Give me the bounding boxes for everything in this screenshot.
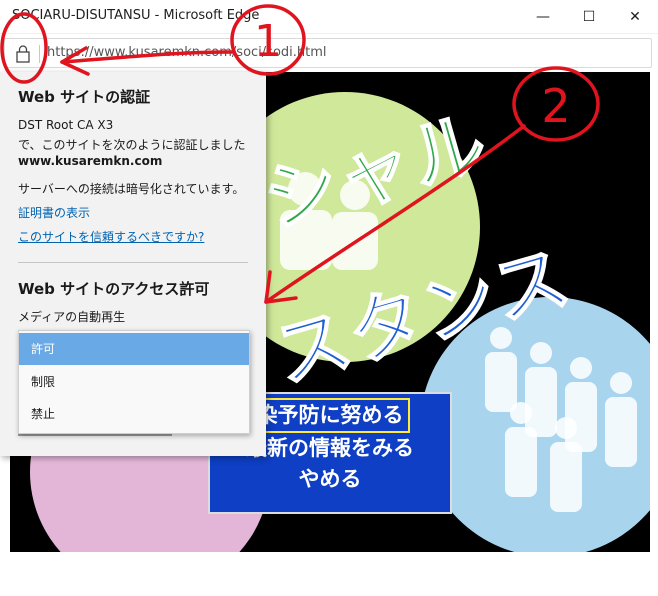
autoplay-dropdown[interactable]: 許可 制限 禁止 [18,330,250,434]
cert-issuer: DST Root CA X3 [18,118,114,132]
autoplay-option-limit[interactable]: 制限 [19,366,249,398]
info-line-prevention[interactable]: 染予防に努める [250,398,410,433]
person-icon [610,372,632,394]
autoplay-label: メディアの自動再生 [18,310,126,324]
address-bar[interactable]: https://www.kusaremkn.com/soci/sodi.html [4,38,652,68]
info-line-quit[interactable]: やめる [210,464,450,495]
person-icon [510,402,532,424]
trust-site-link[interactable]: このサイトを信頼するべきですか? [18,228,204,245]
verified-domain: www.kusaremkn.com [18,154,163,168]
close-button[interactable]: ✕ [612,0,658,34]
close-icon: ✕ [629,9,641,25]
encrypted-text: サーバーへの接続は暗号化されています。 [18,182,245,196]
verified-text: で、このサイトを次のように認証しました [18,138,246,152]
autoplay-option-allow[interactable]: 許可 [19,333,249,365]
maximize-icon: ☐ [582,9,596,25]
cert-heading: Web サイトの認証 [18,88,151,106]
person-icon [485,352,517,412]
person-icon [570,357,592,379]
person-icon [505,427,537,497]
maximize-button[interactable]: ☐ [566,0,612,34]
window-title: SOCIARU-DISUTANSU - Microsoft Edge [12,8,260,23]
address-separator [39,45,40,63]
flyout-divider [18,262,248,263]
person-icon [530,342,552,364]
url-text[interactable]: https://www.kusaremkn.com/soci/sodi.html [47,45,327,60]
person-icon [550,442,582,512]
person-icon [605,397,637,467]
show-certificate-link[interactable]: 証明書の表示 [18,204,90,221]
person-icon [555,417,577,439]
minimize-button[interactable]: — [520,0,566,34]
title-bar: SOCIARU-DISUTANSU - Microsoft Edge — ☐ ✕ [0,0,658,34]
autoplay-option-block[interactable]: 禁止 [19,398,249,430]
minimize-icon: — [536,9,550,25]
lock-icon[interactable] [14,44,32,64]
permissions-heading: Web サイトのアクセス許可 [18,280,210,298]
